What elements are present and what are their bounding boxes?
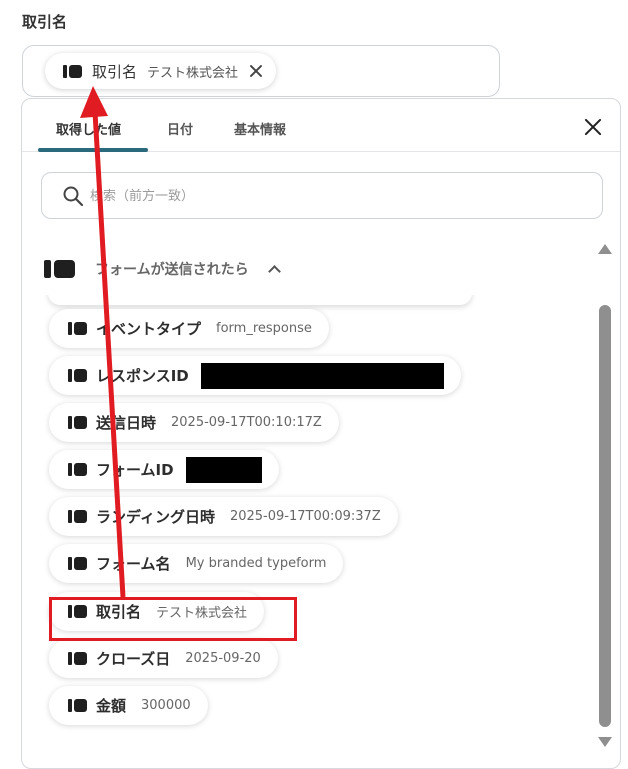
- field-label: 取引名: [22, 13, 68, 31]
- chevron-up-icon[interactable]: [267, 262, 281, 276]
- list-item[interactable]: フォームID: [49, 450, 279, 489]
- value-picker-popup: 取得した値 日付 基本情報 フォームが送信されたら イベントタイプ form_r…: [21, 98, 621, 769]
- list-item[interactable]: ランディング日時 2025-09-17T00:09:37Z: [49, 497, 398, 536]
- item-label: ランディング日時: [96, 508, 215, 526]
- item-value: 2025-09-17T00:09:37Z: [229, 509, 381, 524]
- item-value: 300000: [141, 698, 191, 713]
- group-title: フォームが送信されたら: [95, 262, 249, 278]
- block-icon: [68, 463, 87, 476]
- item-label: イベントタイプ: [96, 320, 202, 338]
- block-icon: [68, 322, 87, 335]
- scroll-down-arrow-icon[interactable]: [598, 737, 612, 747]
- tab-bar: 取得した値 日付 基本情報: [22, 99, 620, 152]
- block-icon: [68, 699, 87, 712]
- item-value: My branded typeform: [185, 556, 327, 571]
- list-item[interactable]: イベントタイプ form_response: [49, 309, 329, 348]
- group-header[interactable]: フォームが送信されたら: [44, 257, 281, 281]
- item-value: 2025-09-20: [185, 651, 261, 666]
- list-item[interactable]: フォーム名 My branded typeform: [49, 544, 344, 583]
- value-list: イベントタイプ form_response レスポンスID 送信日時 2025-…: [22, 295, 592, 745]
- tab-date[interactable]: 日付: [167, 119, 193, 138]
- remove-chip-icon[interactable]: [248, 63, 264, 79]
- highlight-box: [49, 597, 297, 641]
- item-label: フォーム名: [96, 555, 171, 573]
- chip-label: 取引名: [92, 62, 138, 81]
- list-item[interactable]: クローズ日 2025-09-20: [49, 639, 278, 678]
- search-input[interactable]: [90, 183, 570, 209]
- list-item[interactable]: [48, 295, 472, 305]
- redacted-value: [185, 456, 262, 483]
- search-field[interactable]: [41, 172, 603, 219]
- redacted-value: [200, 362, 444, 389]
- item-label: クローズ日: [96, 650, 171, 668]
- item-label: 金額: [96, 697, 127, 715]
- block-icon: [44, 260, 75, 278]
- active-tab-indicator: [38, 148, 148, 152]
- tab-basic-info[interactable]: 基本情報: [234, 119, 286, 138]
- block-icon: [68, 557, 87, 570]
- list-item[interactable]: 金額 300000: [49, 686, 208, 725]
- close-icon[interactable]: [583, 117, 603, 137]
- item-label: レスポンスID: [96, 367, 189, 385]
- field-input[interactable]: 取引名 テスト株式会社: [22, 45, 500, 97]
- chip-value: テスト株式会社: [147, 65, 239, 81]
- block-icon: [68, 652, 87, 665]
- item-label: 送信日時: [96, 414, 157, 432]
- item-value: form_response: [216, 321, 312, 336]
- item-label: フォームID: [96, 461, 174, 479]
- tab-acquired-values[interactable]: 取得した値: [56, 119, 121, 138]
- scroll-up-arrow-icon[interactable]: [598, 244, 612, 254]
- selected-value-chip[interactable]: 取引名 テスト株式会社: [45, 53, 277, 89]
- item-value: 2025-09-17T00:10:17Z: [171, 415, 322, 430]
- block-icon: [68, 369, 87, 382]
- list-item[interactable]: レスポンスID: [49, 356, 461, 395]
- list-item[interactable]: 送信日時 2025-09-17T00:10:17Z: [49, 403, 339, 442]
- block-icon: [68, 510, 87, 523]
- search-icon: [63, 186, 84, 207]
- block-icon: [68, 416, 87, 429]
- scrollbar-thumb[interactable]: [599, 305, 611, 727]
- block-icon: [63, 64, 82, 78]
